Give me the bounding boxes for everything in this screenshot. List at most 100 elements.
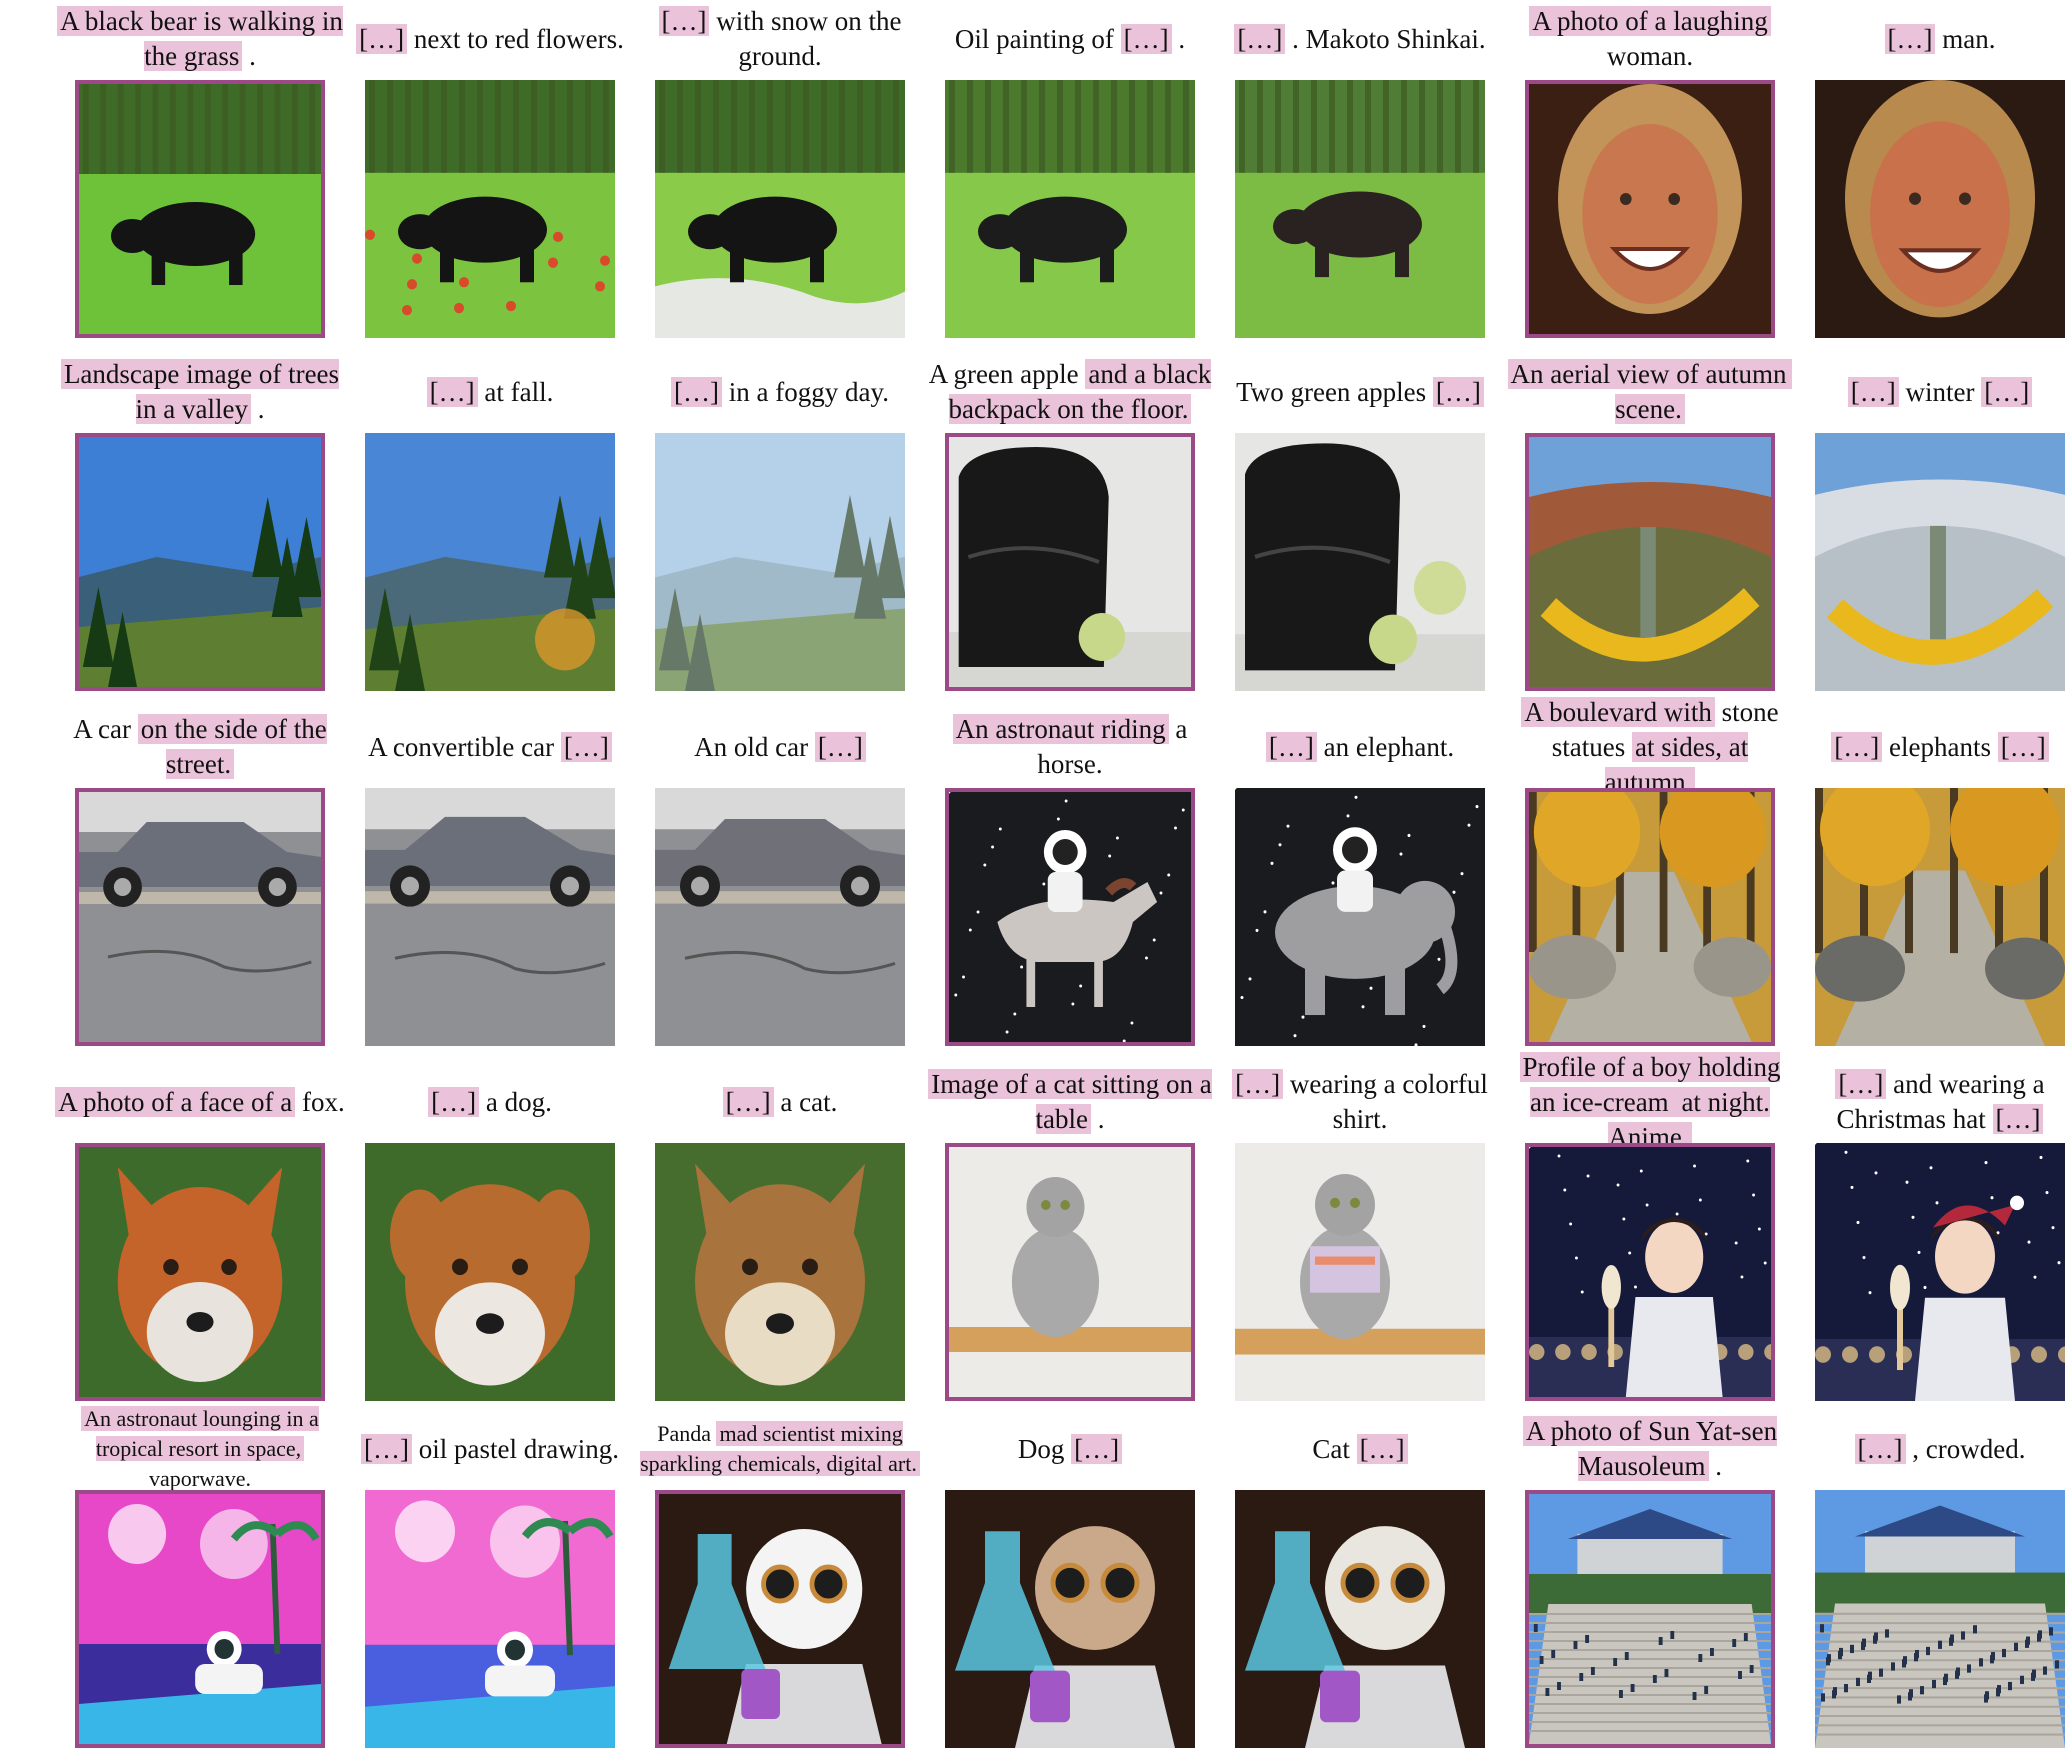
caption-highlight: […] (1356, 1433, 1408, 1464)
caption-text: winter (1898, 376, 1982, 407)
caption-r0-c2: […] with snow on the ground. (635, 0, 925, 78)
caption-r0-c6: […] man. (1795, 0, 2065, 78)
caption-text: at fall. (477, 376, 554, 407)
caption-r0-c1: […] next to red flowers. (345, 0, 635, 78)
caption-text: A green apple (928, 359, 1086, 389)
caption-highlight: An astronaut riding (952, 714, 1169, 744)
caption-r4-c6: […] , crowded. (1795, 1410, 2065, 1488)
caption-highlight: […] (1854, 1433, 1906, 1464)
caption-r1-c1: […] at fall. (345, 353, 635, 431)
caption-r1-c6: […] winter […] (1795, 353, 2065, 431)
edited-image (655, 80, 905, 338)
caption-highlight: […] (426, 376, 478, 407)
caption-text: a dog. (479, 1086, 552, 1117)
caption-r3-c1: […] a dog. (345, 1063, 635, 1141)
caption-r0-c5: A photo of a laughing woman. (1505, 0, 1795, 78)
edited-image (655, 433, 905, 691)
edited-image (1235, 1143, 1485, 1401)
caption-highlight: […] (1981, 376, 2033, 407)
caption-highlight: […] (1884, 23, 1936, 54)
caption-text: an elephant. (1316, 731, 1455, 762)
caption-r1-c0: Landscape image of trees in a valley . (55, 353, 345, 431)
caption-text: Panda (657, 1421, 717, 1446)
reference-image (1525, 433, 1775, 691)
reference-image (75, 788, 325, 1046)
caption-r2-c4: […] an elephant. (1215, 708, 1505, 786)
caption-text: A convertible car (368, 731, 561, 762)
caption-highlight: […] (814, 731, 866, 762)
caption-highlight: […] (1997, 731, 2049, 762)
reference-image (1525, 80, 1775, 338)
caption-r4-c0: An astronaut lounging in a tropical reso… (55, 1406, 345, 1491)
edited-image (655, 1143, 905, 1401)
caption-r1-c2: […] in a foggy day. (635, 353, 925, 431)
caption-r1-c4: Two green apples […] (1215, 353, 1505, 431)
caption-highlight: A black bear is walking in the grass (57, 6, 343, 71)
caption-r3-c3: Image of a cat sitting on a table . (925, 1063, 1215, 1141)
caption-text: fox. (295, 1086, 345, 1117)
caption-text: next to red flowers. (407, 23, 624, 54)
edited-image (655, 788, 905, 1046)
caption-highlight: An astronaut lounging in a tropical reso… (81, 1406, 319, 1461)
caption-highlight: […] (428, 1086, 480, 1117)
caption-r1-c3: A green apple and a black backpack on th… (925, 353, 1215, 431)
caption-r3-c5: Profile of a boy holding an ice-cream at… (1505, 1051, 1795, 1152)
caption-text: A car (73, 714, 138, 744)
caption-r2-c5: A boulevard with stone statues at sides,… (1505, 696, 1795, 797)
caption-highlight: Image of a cat sitting on a table (928, 1069, 1212, 1134)
caption-text: . Makoto Shinkai. (1285, 23, 1486, 54)
reference-image (945, 1143, 1195, 1401)
edited-image (1235, 433, 1485, 691)
caption-highlight: A boulevard with (1521, 696, 1715, 727)
caption-highlight: […] (1265, 731, 1317, 762)
edited-image (1815, 433, 2065, 691)
caption-r4-c4: Cat […] (1215, 1410, 1505, 1488)
edited-image (1235, 788, 1485, 1046)
caption-text: in a foggy day. (722, 376, 889, 407)
edited-image (945, 80, 1195, 338)
caption-highlight: […] (1232, 1069, 1284, 1099)
reference-image (75, 1490, 325, 1748)
caption-text: . (250, 394, 265, 424)
reference-image (945, 788, 1195, 1046)
caption-text: woman. (1606, 41, 1694, 71)
caption-text: wearing a colorful shirt. (1283, 1069, 1488, 1134)
caption-r0-c0: A black bear is walking in the grass . (55, 0, 345, 78)
edited-image (945, 1490, 1195, 1748)
caption-highlight: […] (1847, 376, 1899, 407)
reference-image (75, 433, 325, 691)
edited-image (1815, 1490, 2065, 1748)
caption-text: Dog (1017, 1433, 1072, 1464)
caption-text: An old car (694, 731, 815, 762)
caption-text: . (1090, 1104, 1105, 1134)
caption-text: man. (1935, 23, 1996, 54)
caption-highlight: on the side of the street. (137, 714, 327, 779)
caption-highlight: […] (1432, 376, 1484, 407)
caption-text: oil pastel drawing. (412, 1433, 619, 1464)
caption-highlight: […] (361, 1433, 412, 1464)
edited-image (1815, 80, 2065, 338)
caption-highlight: […] (1120, 23, 1172, 54)
caption-highlight: […] (1831, 731, 1883, 762)
caption-r3-c2: […] a cat. (635, 1063, 925, 1141)
caption-highlight: […] (1234, 23, 1286, 54)
caption-r2-c3: An astronaut riding a horse. (925, 708, 1215, 786)
caption-highlight: […] (658, 6, 710, 36)
caption-r3-c0: A photo of a face of a fox. (55, 1063, 345, 1141)
reference-image (75, 1143, 325, 1401)
reference-image (1525, 1143, 1775, 1401)
edited-image (1815, 788, 2065, 1046)
caption-highlight: An aerial view of autumn (1507, 359, 1790, 389)
caption-r0-c4: […] . Makoto Shinkai. (1215, 0, 1505, 78)
edited-image (1235, 1490, 1485, 1748)
edited-image (365, 788, 615, 1046)
caption-highlight: […] (1992, 1104, 2044, 1134)
caption-r2-c0: A car on the side of the street. (55, 708, 345, 786)
caption-r4-c2: Panda mad scientist mixing sparkling che… (635, 1410, 925, 1488)
reference-image (945, 433, 1195, 691)
caption-highlight: Landscape image of trees in a valley (60, 359, 340, 424)
caption-r3-c6: […] and wearing a Christmas hat […] (1795, 1063, 2065, 1141)
caption-r2-c2: An old car […] (635, 708, 925, 786)
caption-highlight: A photo of a laughing (1529, 6, 1771, 36)
caption-r2-c1: A convertible car […] (345, 708, 635, 786)
